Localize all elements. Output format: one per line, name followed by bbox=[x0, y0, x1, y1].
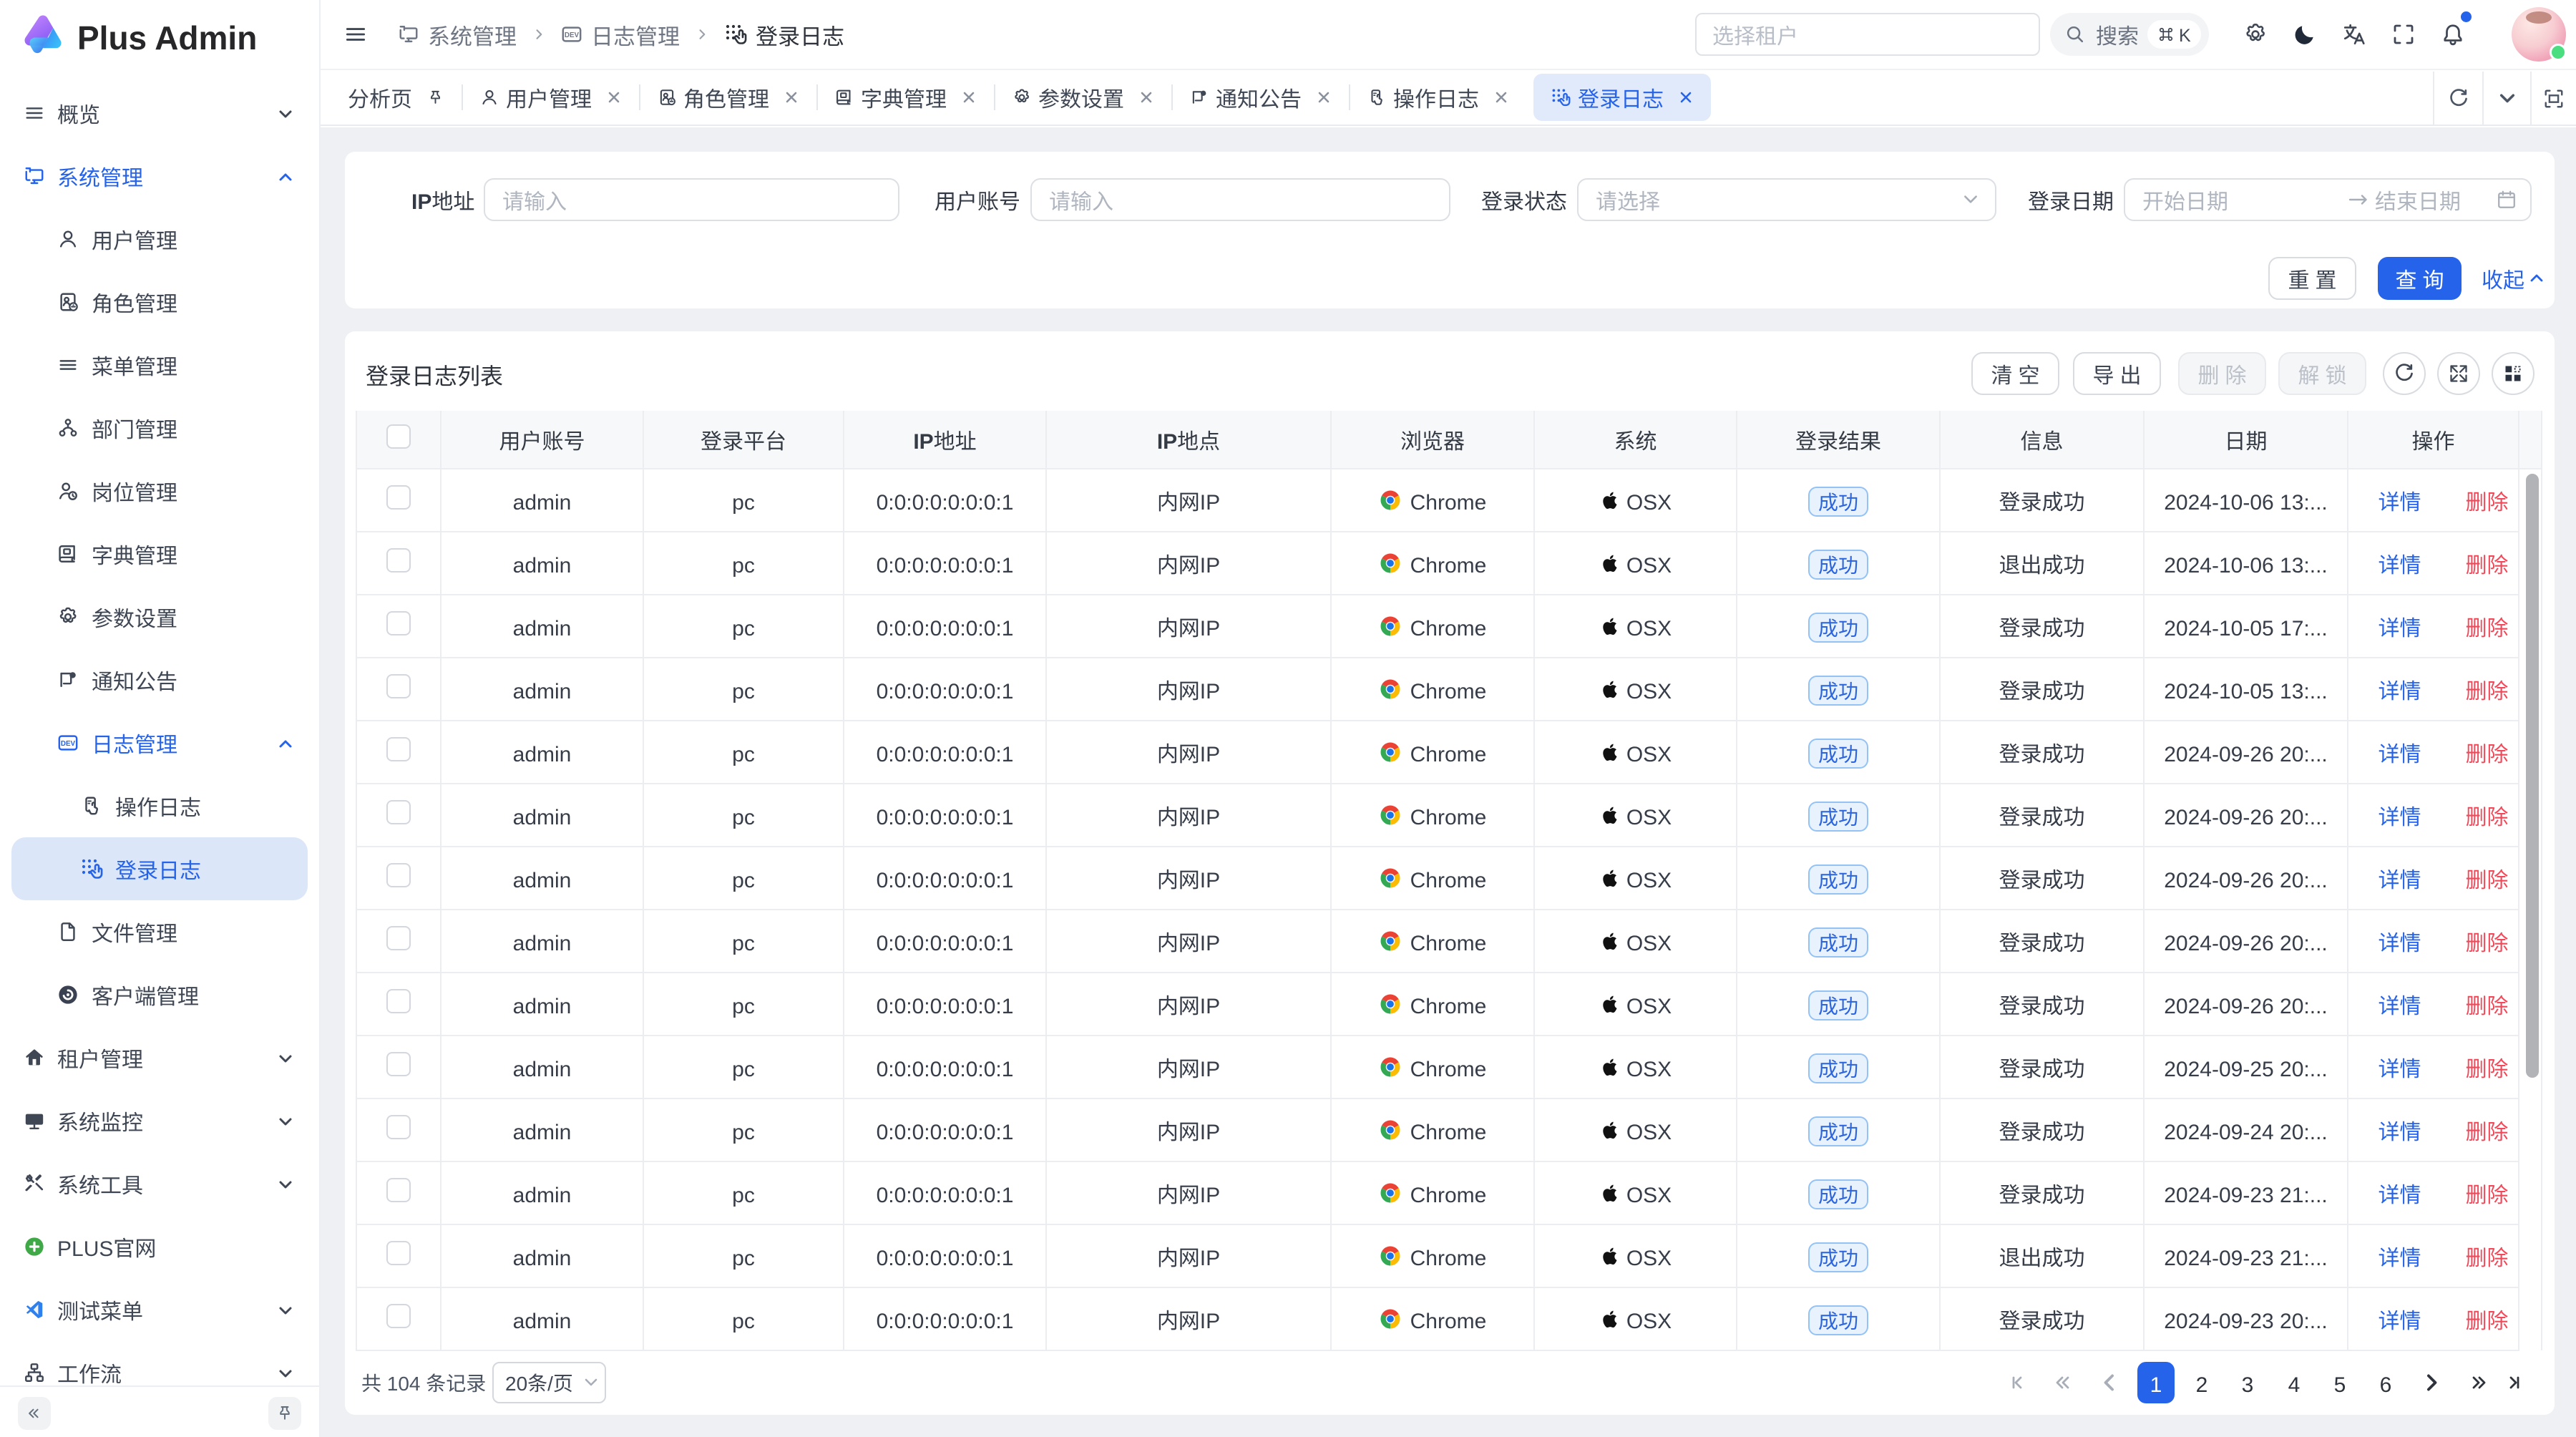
svg-text:DEV: DEV bbox=[565, 31, 580, 39]
svg-text:DEV: DEV bbox=[61, 740, 76, 748]
